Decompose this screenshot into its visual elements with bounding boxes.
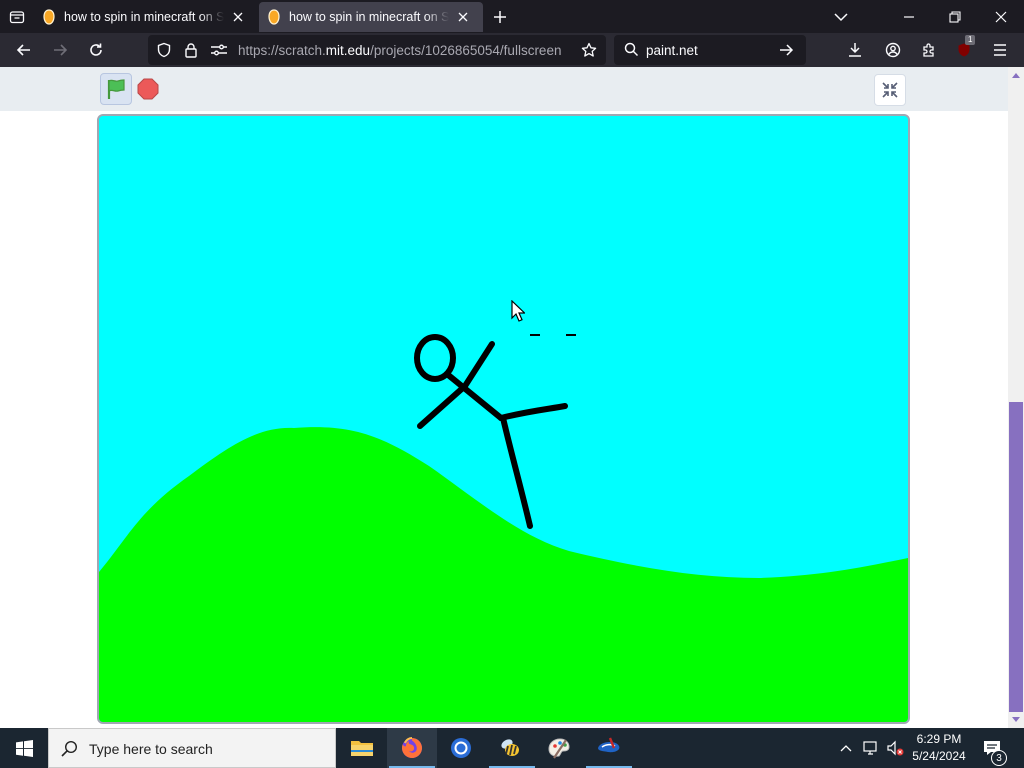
bookmark-star-icon[interactable] — [580, 41, 598, 59]
chrome-icon — [451, 738, 471, 758]
scratch-player-page — [0, 67, 1008, 728]
lock-icon[interactable] — [182, 41, 200, 59]
tab-scratch-2[interactable]: how to spin in minecraft on Scratch — [259, 2, 483, 32]
paint-palette-icon — [548, 738, 570, 759]
show-hidden-icons-button[interactable] — [836, 728, 856, 768]
close-tab-icon[interactable] — [230, 9, 246, 25]
search-icon — [61, 740, 78, 757]
reload-icon — [90, 43, 102, 56]
paint-net-taskbar-button[interactable] — [584, 728, 634, 768]
stick-figure-leg-upper — [498, 403, 568, 421]
folder-icon — [351, 741, 373, 756]
close-icon — [995, 11, 1007, 22]
downloads-button[interactable] — [842, 37, 868, 63]
reload-button[interactable] — [83, 37, 109, 63]
minimize-button[interactable] — [886, 0, 932, 33]
paint-app-taskbar-button[interactable] — [534, 728, 584, 768]
arrow-left-icon — [16, 44, 30, 56]
volume-tray-button[interactable] — [884, 728, 906, 768]
chevron-down-icon — [834, 12, 848, 21]
search-bar[interactable]: paint.net — [614, 35, 806, 65]
volume-muted-icon — [887, 740, 904, 756]
url-text[interactable]: https://scratch.mit.edu/projects/1026865… — [238, 43, 576, 58]
close-tab-icon[interactable] — [455, 9, 471, 25]
tab-title: how to spin in minecraft on Scratch — [64, 10, 224, 24]
stick-figure-leg-lower — [500, 415, 533, 529]
tracking-protection-shield-icon[interactable] — [155, 41, 173, 59]
url-prefix: https://scratch. — [238, 43, 326, 58]
new-tab-button[interactable] — [488, 5, 512, 29]
tab-list-icon — [9, 11, 25, 24]
bee-app-taskbar-button[interactable] — [487, 728, 537, 768]
search-icon — [624, 42, 639, 57]
stage-header — [0, 67, 1008, 111]
forward-button[interactable] — [47, 37, 73, 63]
green-hill — [99, 427, 908, 722]
taskbar-clock[interactable]: 6:29 PM 5/24/2024 — [904, 731, 974, 765]
tab-title: how to spin in minecraft on Scratch — [289, 10, 449, 24]
url-domain: mit.edu — [325, 43, 371, 58]
clock-time: 6:29 PM — [916, 732, 962, 746]
scratch-favicon-icon — [268, 9, 280, 25]
network-icon — [863, 741, 877, 755]
plus-icon — [494, 11, 506, 23]
url-path: /projects/1026865054/fullscreen — [370, 43, 562, 58]
paint-net-icon — [598, 737, 620, 753]
stop-button[interactable] — [136, 77, 160, 101]
minimize-icon — [904, 15, 914, 18]
arrow-right-icon — [54, 44, 68, 56]
close-window-button[interactable] — [978, 0, 1024, 33]
scroll-down-arrow-icon[interactable] — [1008, 713, 1024, 727]
navigation-toolbar: https://scratch.mit.edu/projects/1026865… — [0, 33, 1024, 67]
stick-figure-arm-right — [462, 341, 495, 389]
taskbar-search-box[interactable]: Type here to search — [48, 728, 336, 768]
account-icon — [885, 42, 901, 58]
tab-scratch-1[interactable]: how to spin in minecraft on Scratch — [34, 2, 256, 32]
restore-icon — [949, 10, 961, 23]
app-menu-button[interactable] — [987, 37, 1013, 63]
back-button[interactable] — [11, 37, 37, 63]
scroll-up-arrow-icon[interactable] — [1008, 68, 1024, 82]
taskbar-search-placeholder: Type here to search — [89, 741, 213, 757]
firefox-taskbar-button[interactable] — [387, 728, 437, 768]
file-explorer-taskbar-button[interactable] — [337, 728, 387, 768]
mouse-cursor-icon — [511, 300, 525, 322]
download-icon — [849, 43, 861, 57]
tab-overflow-button[interactable] — [818, 0, 864, 33]
permissions-icon[interactable] — [210, 41, 228, 59]
clock-date: 5/24/2024 — [912, 749, 966, 763]
search-input-value[interactable]: paint.net — [646, 43, 698, 58]
address-bar[interactable]: https://scratch.mit.edu/projects/1026865… — [148, 35, 606, 65]
restore-button[interactable] — [932, 0, 978, 33]
puzzle-piece-icon — [923, 43, 934, 57]
network-tray-button[interactable] — [860, 728, 882, 768]
exit-fullscreen-icon — [882, 82, 898, 98]
windows-logo-icon — [15, 739, 33, 757]
account-button[interactable] — [880, 37, 906, 63]
notification-count-badge: 3 — [991, 750, 1007, 766]
search-go-arrow-icon[interactable] — [778, 42, 794, 58]
chevron-up-icon — [840, 745, 852, 752]
bee-app-icon — [501, 739, 519, 756]
start-button[interactable] — [0, 728, 48, 768]
extensions-button[interactable] — [916, 37, 942, 63]
stop-sign-icon — [137, 78, 159, 100]
exit-fullscreen-button[interactable] — [874, 74, 906, 106]
hamburger-menu-icon — [994, 44, 1006, 56]
scratch-favicon-icon — [43, 9, 55, 25]
tab-strip: how to spin in minecraft on Scratch how … — [0, 0, 1024, 33]
chrome-taskbar-button[interactable] — [436, 728, 486, 768]
ublock-extension-button[interactable]: 1 — [951, 35, 977, 63]
stage-drawing — [99, 334, 908, 722]
green-flag-button[interactable] — [100, 73, 132, 105]
green-flag-icon — [107, 79, 125, 99]
extension-count-badge: 1 — [965, 35, 976, 45]
scrollbar-thumb[interactable] — [1009, 402, 1023, 712]
list-all-tabs-button[interactable] — [4, 4, 30, 30]
taskbar: Type here to search 6:29 PM 5/24/2024 — [0, 728, 1024, 768]
firefox-icon — [401, 737, 422, 758]
project-stage[interactable] — [97, 114, 910, 724]
stick-figure-arm-left — [417, 383, 468, 429]
